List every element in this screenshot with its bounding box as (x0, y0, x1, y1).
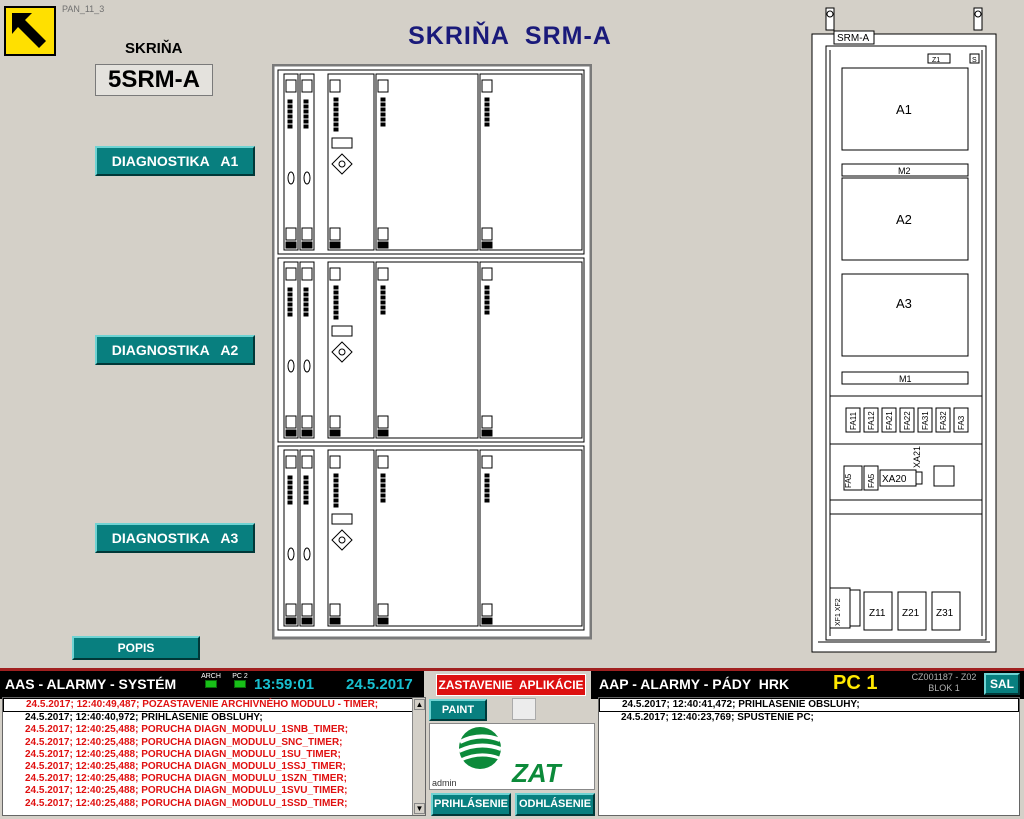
log-row[interactable]: 24.5.2017; 12:40:25,488; PORUCHA DIAGN_M… (3, 724, 425, 736)
cabinet-label: SKRIŇA (125, 40, 183, 57)
clock-date: 24.5.2017 (346, 676, 413, 693)
module-a1-label: A1 (896, 102, 912, 117)
login-button[interactable]: PRIHLÁSENIE (431, 793, 511, 816)
corner-tag: Z1 (932, 57, 940, 64)
arrow-up-left-icon (12, 13, 46, 48)
psu-z11: Z11 (869, 608, 886, 619)
pc2-label: PC 2 (232, 673, 248, 680)
fuse-fa5-b: FA5 (867, 473, 876, 488)
diagnostika-a2-button[interactable]: DIAGNOSTIKA A2 (95, 335, 255, 365)
module-a3-label: A3 (896, 296, 912, 311)
fuse-label: FA3 (957, 415, 966, 430)
arch-indicator: ARCH (200, 673, 222, 688)
cabinet-tag: SRM-A (837, 33, 870, 44)
terminal-xa20: XA20 (882, 474, 907, 485)
log-row[interactable]: 24.5.2017; 12:40:25,488; PORUCHA DIAGN_M… (3, 773, 425, 785)
scroll-up-icon[interactable]: ▲ (414, 699, 425, 710)
sal-button[interactable]: SAL (984, 673, 1020, 695)
clock-time: 13:59:01 (254, 676, 315, 693)
diagnostika-a3-button[interactable]: DIAGNOSTIKA A3 (95, 523, 255, 553)
station-code: CZ001187 - Z02 BLOK 1 (906, 672, 982, 694)
psu-z21: Z21 (902, 608, 920, 619)
status-square (512, 698, 536, 720)
code-text: CZ001187 - Z02 (911, 672, 977, 682)
log-row[interactable]: 24.5.2017; 12:40:41,472; PRIHLÁSENIE OBS… (599, 698, 1019, 713)
rail-m2-label: M2 (898, 166, 911, 176)
fuse-fa5-a: FA5 (844, 473, 853, 488)
terminal-xa21: XA21 (912, 446, 922, 468)
log-row[interactable]: 24.5.2017; 12:40:25,488; PORUCHA DIAGN_M… (3, 798, 425, 810)
arch-label: ARCH (201, 673, 221, 680)
cabinet-name: 5SRM-A (95, 64, 213, 96)
paint-button[interactable]: PAINT (429, 699, 487, 721)
log-row[interactable]: 24.5.2017; 12:40:25,488; PORUCHA DIAGN_M… (3, 749, 425, 761)
aas-scrollbar[interactable]: ▲ ▼ (412, 698, 425, 815)
aap-log[interactable]: 24.5.2017; 12:40:41,472; PRIHLÁSENIE OBS… (598, 697, 1020, 816)
logo-text: ZAT (511, 758, 563, 788)
logout-button[interactable]: ODHLÁSENIE (515, 793, 595, 816)
rail-m1-label: M1 (899, 374, 912, 384)
aas-title: AAS - ALARMY - SYSTÉM (5, 676, 177, 692)
page-id: PAN_11_3 (62, 4, 105, 14)
side-label: XF1 XF2 (835, 598, 842, 626)
popis-button[interactable]: POPIS (72, 636, 200, 660)
back-arrow-button[interactable] (4, 6, 56, 56)
rack-drawing (272, 64, 592, 640)
pc-label: PC 1 (833, 672, 878, 694)
rack-row-a3 (277, 445, 585, 631)
log-row[interactable]: 24.5.2017; 12:40:49,487; POZASTAVENIE AR… (3, 698, 425, 713)
module-a2-label: A2 (896, 212, 912, 227)
fuse-label: FA12 (867, 411, 876, 430)
fuse-label: FA21 (885, 411, 894, 430)
psu-z31: Z31 (936, 608, 954, 619)
rack-row-a1 (277, 69, 585, 255)
fuse-label: FA32 (939, 411, 948, 430)
arch-led (205, 680, 217, 688)
log-row[interactable]: 24.5.2017; 12:40:25,488; PORUCHA DIAGN_M… (3, 737, 425, 749)
log-row[interactable]: 24.5.2017; 12:40:40,972; PRIHLÁSENIE OBS… (3, 712, 425, 724)
scroll-down-icon[interactable]: ▼ (414, 803, 425, 814)
pc2-indicator: PC 2 (229, 673, 251, 688)
rack-row-a2 (277, 257, 585, 443)
current-user: admin (432, 778, 457, 788)
fuse-label: FA22 (903, 411, 912, 430)
fuse-label: FA11 (849, 411, 858, 430)
blok-text: BLOK 1 (928, 683, 960, 693)
pc2-led (234, 680, 246, 688)
aas-log[interactable]: 24.5.2017; 12:40:49,487; POZASTAVENIE AR… (2, 697, 426, 816)
stop-application-button[interactable]: ZASTAVENIE APLIKÁCIE (436, 674, 586, 696)
log-row[interactable]: 24.5.2017; 12:40:25,488; PORUCHA DIAGN_M… (3, 785, 425, 797)
corner-tag-2: S (972, 57, 977, 64)
fuse-label: FA31 (921, 411, 930, 430)
aap-title: AAP - ALARMY - PÁDY HRK (599, 676, 790, 692)
log-row[interactable]: 24.5.2017; 12:40:25,488; PORUCHA DIAGN_M… (3, 761, 425, 773)
log-row[interactable]: 24.5.2017; 12:40:23,769; SPUSTENIE PC; (599, 712, 1019, 724)
cabinet-drawing: SRM-A Z1 S A1 M2 A2 A3 M1 FA11 FA12 FA21 FA… (811, 7, 997, 653)
diagnostika-a1-button[interactable]: DIAGNOSTIKA A1 (95, 146, 255, 176)
page-title: SKRIŇA SRM-A (408, 22, 612, 50)
